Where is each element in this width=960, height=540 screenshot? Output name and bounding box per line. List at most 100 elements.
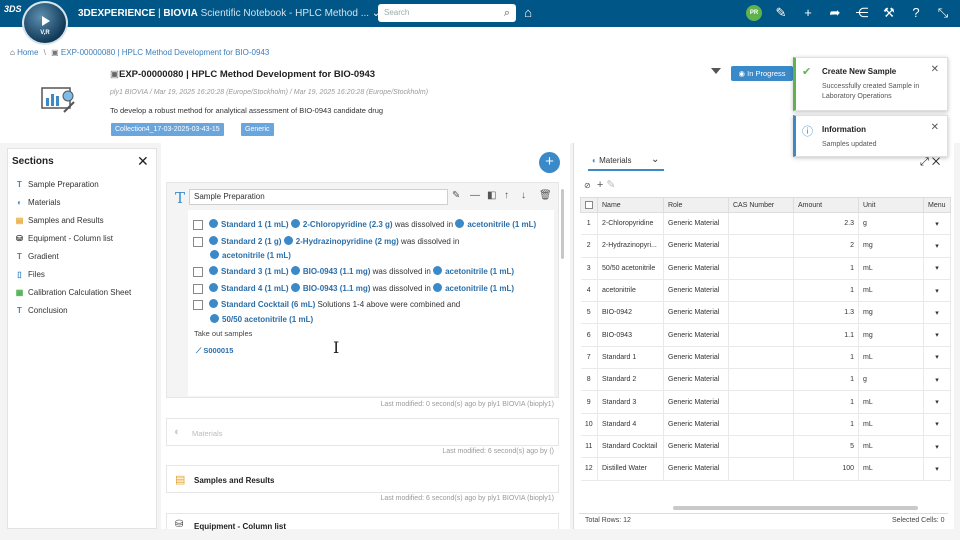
cell-cas[interactable] — [728, 257, 794, 280]
cell-amount[interactable]: 5 — [793, 435, 859, 459]
material-chip[interactable]: Standard 4 (1 mL) — [209, 284, 289, 293]
cell-amount[interactable]: 1 — [793, 390, 859, 414]
table-row[interactable]: 10 Standard 4 Generic Material 1 mL ▾ — [580, 413, 951, 436]
avatar[interactable]: PR — [746, 5, 762, 21]
section-conclusion[interactable]: T Conclusion — [14, 306, 68, 315]
material-chip[interactable]: BIO-0943 (1.1 mg) — [291, 284, 371, 293]
cell-unit[interactable]: mL — [858, 346, 924, 370]
table-row[interactable]: 3 50/50 acetonitrile Generic Material 1 mL ▾ — [580, 257, 951, 280]
row-menu[interactable]: ▾ — [923, 457, 951, 481]
minimize-icon[interactable]: — — [470, 190, 480, 201]
app-title[interactable]: 3DEXPERIENCE | BIOVIA Scientific Noteboo… — [78, 8, 380, 19]
breadcrumb-home[interactable]: Home — [17, 48, 38, 57]
collapse-icon[interactable]: ⤡ — [934, 5, 952, 21]
edit-tool-icon[interactable]: ✎ — [606, 179, 615, 191]
row-menu[interactable]: ▾ — [923, 346, 951, 370]
select-all-checkbox[interactable] — [580, 197, 598, 213]
cell-role[interactable]: Generic Material — [663, 457, 729, 481]
col-role[interactable]: Role — [663, 197, 729, 213]
cell-cas[interactable] — [728, 413, 794, 436]
cell-name[interactable]: Standard 4 — [597, 413, 664, 436]
collection-tag[interactable]: Collection4_17-03-2025-03-43-15 — [111, 123, 224, 136]
cell-amount[interactable]: 1 — [793, 346, 859, 370]
cell-name[interactable]: 50/50 acetonitrile — [597, 257, 664, 280]
cell-role[interactable]: Generic Material — [663, 413, 729, 436]
row-menu[interactable]: ▾ — [923, 435, 951, 459]
table-row[interactable]: 5 BIO-0942 Generic Material 1.3 mg ▾ — [580, 301, 951, 325]
cell-name[interactable]: 2-Hydrazinopyri... — [597, 234, 664, 258]
section-samples-results[interactable]: ▤ Samples and Results — [14, 216, 104, 225]
tag-icon[interactable]: ⌂ — [519, 5, 537, 20]
material-chip[interactable]: 50/50 acetonitrile (1 mL) — [210, 315, 313, 324]
section-equipment[interactable]: ⛁ Equipment - Column list — [14, 234, 113, 243]
expand-icon[interactable]: ⤢ — [920, 156, 929, 168]
cell-amount[interactable]: 100 — [793, 457, 859, 481]
cell-unit[interactable]: g — [858, 368, 924, 392]
add-icon[interactable]: + — [799, 5, 817, 20]
material-chip[interactable]: acetonitrile (1 mL) — [210, 251, 291, 260]
clear-filter-icon[interactable]: ⊘ — [584, 181, 591, 190]
material-chip[interactable]: acetonitrile (1 mL) — [455, 220, 536, 229]
col-unit[interactable]: Unit — [858, 197, 924, 213]
add-row-icon[interactable]: + — [597, 179, 603, 191]
checkbox[interactable] — [193, 219, 203, 230]
cell-name[interactable]: Standard 3 — [597, 390, 664, 414]
help-icon[interactable]: ? — [907, 5, 925, 20]
cell-role[interactable]: Generic Material — [663, 212, 729, 236]
cell-role[interactable]: Generic Material — [663, 435, 729, 459]
cell-amount[interactable]: 1 — [793, 368, 859, 392]
close-icon[interactable]: ✕ — [932, 156, 940, 168]
table-row[interactable]: 4 acetonitrile Generic Material 1 mL ▾ — [580, 279, 951, 303]
col-menu[interactable]: Menu — [923, 197, 951, 213]
cell-amount[interactable]: 1 — [793, 279, 859, 303]
table-row[interactable]: 11 Standard Cocktail Generic Material 5 mL ▾ — [580, 435, 951, 459]
cell-name[interactable]: 2-Chloropyridine — [597, 212, 664, 236]
cell-cas[interactable] — [728, 368, 794, 392]
material-chip[interactable]: acetonitrile (1 mL) — [433, 267, 514, 276]
close-icon[interactable]: ✕ — [931, 64, 939, 75]
section-files[interactable]: ▯ Files — [14, 270, 45, 279]
search-icon[interactable]: ⌕ — [504, 7, 510, 20]
col-cas[interactable]: CAS Number — [728, 197, 794, 213]
material-chip[interactable]: Standard 3 (1 mL) — [209, 267, 289, 276]
row-menu[interactable]: ▾ — [923, 279, 951, 303]
caret-down-icon[interactable] — [711, 68, 721, 74]
row-menu[interactable]: ▾ — [923, 323, 951, 347]
tools-icon[interactable]: ⚒ — [880, 5, 898, 21]
checkbox[interactable] — [193, 299, 203, 310]
row-menu[interactable]: ▾ — [923, 413, 951, 436]
generic-tag[interactable]: Generic — [241, 123, 274, 136]
material-chip[interactable]: 2-Hydrazinopyridine (2 mg) — [284, 237, 399, 246]
cell-name[interactable]: BIO-0942 — [597, 301, 664, 325]
cell-name[interactable]: Standard 2 — [597, 368, 664, 392]
cell-cas[interactable] — [728, 301, 794, 325]
cell-cas[interactable] — [728, 346, 794, 370]
sample-link[interactable]: ⟋ S000015 — [196, 346, 233, 356]
cell-name[interactable]: BIO-0943 — [597, 323, 664, 347]
cell-unit[interactable]: mL — [858, 257, 924, 280]
cell-unit[interactable]: mL — [858, 457, 924, 481]
search-input[interactable]: Search ⌕ — [378, 4, 516, 22]
cell-amount[interactable]: 1.1 — [793, 323, 859, 347]
move-up-icon[interactable]: ↑ — [504, 190, 509, 201]
block-materials[interactable] — [166, 418, 559, 446]
cell-unit[interactable]: mL — [858, 413, 924, 436]
cell-unit[interactable]: mL — [858, 390, 924, 414]
share-icon[interactable]: ➦ — [826, 5, 844, 21]
material-chip[interactable]: 2-Chloropyridine (2.3 g) — [291, 220, 393, 229]
checkbox[interactable] — [193, 266, 203, 277]
cell-amount[interactable]: 1 — [793, 413, 859, 436]
cell-cas[interactable] — [728, 212, 794, 236]
table-row[interactable]: 9 Standard 3 Generic Material 1 mL ▾ — [580, 390, 951, 414]
table-row[interactable]: 7 Standard 1 Generic Material 1 mL ▾ — [580, 346, 951, 370]
cell-role[interactable]: Generic Material — [663, 279, 729, 303]
home-icon[interactable]: ⌂ — [10, 48, 15, 57]
table-row[interactable]: 2 2-Hydrazinopyri... Generic Material 2 mg ▾ — [580, 234, 951, 258]
table-row[interactable]: 1 2-Chloropyridine Generic Material 2.3 g ▾ — [580, 212, 951, 236]
chevron-down-icon[interactable]: ⌄ — [651, 154, 659, 165]
cell-role[interactable]: Generic Material — [663, 390, 729, 414]
cell-cas[interactable] — [728, 234, 794, 258]
comment-icon[interactable]: ✎ — [772, 5, 790, 21]
cell-unit[interactable]: mL — [858, 435, 924, 459]
cell-cas[interactable] — [728, 323, 794, 347]
